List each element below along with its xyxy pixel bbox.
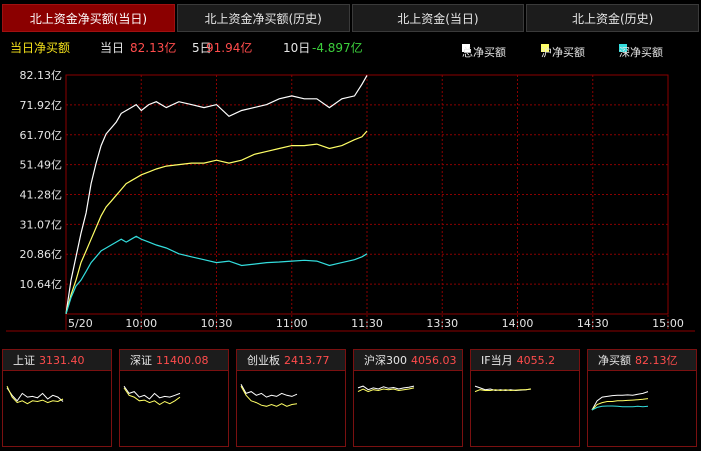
y-tick-label: 61.70亿 xyxy=(20,129,63,142)
sparkline-series-0 xyxy=(6,387,64,402)
ten-day-label: 10日 xyxy=(283,41,311,55)
panel-name: 净买额 xyxy=(598,354,631,367)
sparkline-series-2 xyxy=(591,405,649,411)
panel-if-month[interactable]: IF当月 4055.2 xyxy=(470,349,580,447)
day-label: 当日 xyxy=(100,41,125,55)
tab-daily-flow[interactable]: 北上资金(当日) xyxy=(351,4,525,32)
y-axis-ticks: 82.13亿 71.92亿 61.70亿 51.49亿 41.28亿 31.07亿 20.8… xyxy=(20,69,63,291)
panel-name: IF当月 xyxy=(481,354,513,367)
panel-header: 上证 3131.40 xyxy=(3,350,111,371)
panel-sparkline xyxy=(123,385,181,406)
panel-sparkline xyxy=(591,391,649,411)
x-tick-label: 11:30 xyxy=(351,317,383,330)
panel-name: 上证 xyxy=(13,354,35,367)
panel-header: 深证 11400.08 xyxy=(120,350,228,371)
tab-daily-net[interactable]: 北上资金净买额(当日) xyxy=(2,4,175,32)
panel-sparkline xyxy=(240,383,298,407)
y-tick-label: 41.28亿 xyxy=(20,189,63,202)
x-tick-label: 14:30 xyxy=(577,317,609,330)
sparkline-series-1 xyxy=(6,385,64,405)
panel-sparkline xyxy=(474,385,532,393)
y-tick-label: 31.07亿 xyxy=(20,218,63,231)
panel-value: 4055.2 xyxy=(516,353,556,367)
panel-header: 创业板 2413.77 xyxy=(237,350,345,371)
panel-shanghai[interactable]: 上证 3131.40 xyxy=(2,349,112,447)
net-buy-chart: 82.13亿 71.92亿 61.70亿 51.49亿 41.28亿 31.07亿 20.8… xyxy=(6,69,695,332)
info-title: 当日净买额 xyxy=(10,41,71,55)
panel-chinext[interactable]: 创业板 2413.77 xyxy=(236,349,346,447)
panel-value: 3131.40 xyxy=(39,353,85,367)
y-tick-label: 71.92亿 xyxy=(20,99,63,112)
panel-header: 沪深300 4056.03 xyxy=(354,350,462,371)
x-tick-label: 5/20 xyxy=(68,317,93,330)
x-tick-label: 15:00 xyxy=(652,317,684,330)
y-tick-label: 20.86亿 xyxy=(20,248,63,261)
panel-header: 净买额 82.13亿 xyxy=(588,350,696,371)
y-tick-label: 82.13亿 xyxy=(20,69,63,82)
panel-name: 深证 xyxy=(130,354,152,367)
panel-sparkline xyxy=(6,385,64,405)
panel-value: 4056.03 xyxy=(411,353,457,367)
panel-shenzhen[interactable]: 深证 11400.08 xyxy=(119,349,229,447)
tab-history-flow[interactable]: 北上资金(历史) xyxy=(526,4,699,32)
panel-name: 创业板 xyxy=(247,354,280,367)
index-panels: 上证 3131.40 深证 11400.08 创业板 2413.77 沪深300… xyxy=(0,349,701,449)
panel-value: 11400.08 xyxy=(156,353,209,367)
y-tick-label: 51.49亿 xyxy=(20,159,63,172)
tab-history-net[interactable]: 北上资金净买额(历史) xyxy=(176,4,350,32)
panel-name: 沪深300 xyxy=(364,354,407,367)
x-axis-ticks: 5/20 10:00 10:30 11:00 11:30 13:30 14:00 14:30 1… xyxy=(68,317,684,330)
y-tick-label: 10.64亿 xyxy=(20,278,63,291)
x-tick-label: 10:30 xyxy=(201,317,233,330)
panel-sparkline xyxy=(357,385,415,393)
panel-value: 2413.77 xyxy=(284,353,330,367)
panel-csi300[interactable]: 沪深300 4056.03 xyxy=(353,349,463,447)
panel-header: IF当月 4055.2 xyxy=(471,350,579,371)
tab-bar: 北上资金净买额(当日) 北上资金净买额(历史) 北上资金(当日) 北上资金(历史… xyxy=(2,4,699,32)
sparkline-series-0 xyxy=(123,385,181,400)
x-tick-label: 10:00 xyxy=(125,317,157,330)
panel-net-buy[interactable]: 净买额 82.13亿 xyxy=(587,349,697,447)
info-bar: 当日净买额 当日 82.13亿 5日 91.94亿 10日 -4.897亿 总净… xyxy=(0,34,701,59)
x-tick-label: 14:00 xyxy=(502,317,534,330)
ten-day-value: -4.897亿 xyxy=(312,41,363,55)
panel-value: 82.13亿 xyxy=(635,354,678,367)
five-day-value: 91.94亿 xyxy=(206,41,253,55)
x-tick-label: 13:30 xyxy=(426,317,458,330)
x-tick-label: 11:00 xyxy=(276,317,308,330)
sparkline-series-1 xyxy=(591,398,649,411)
day-value: 82.13亿 xyxy=(130,41,177,55)
series-line-1 xyxy=(65,130,368,314)
sparkline-series-0 xyxy=(240,383,298,398)
